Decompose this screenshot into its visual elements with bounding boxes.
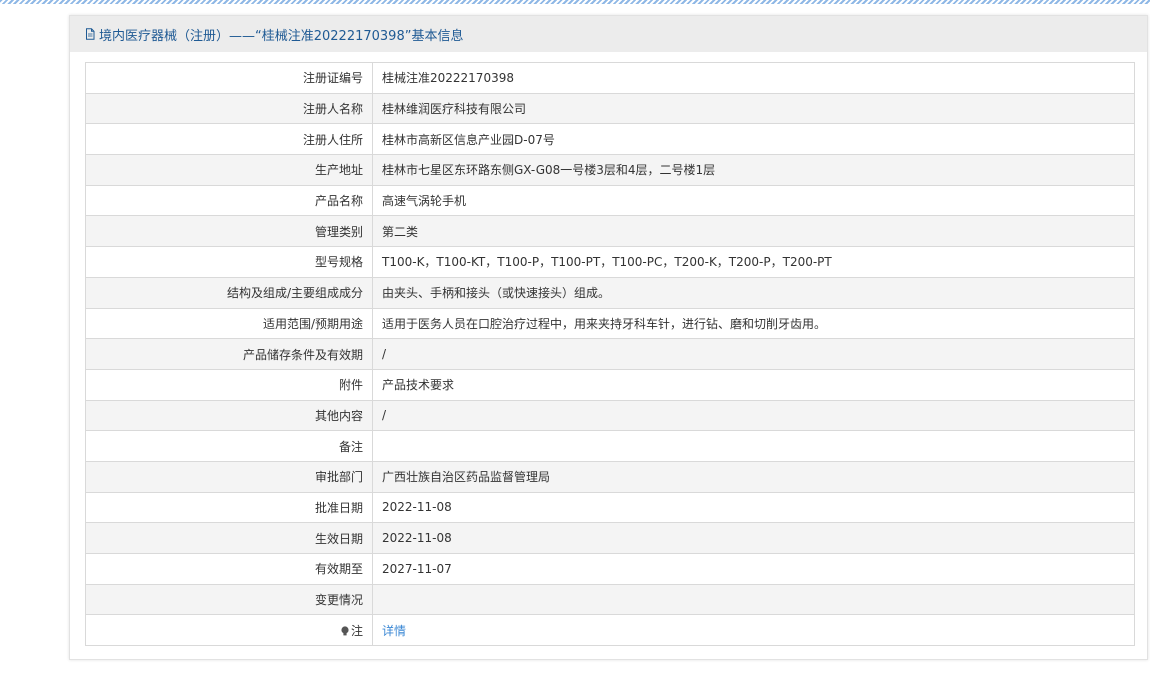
table-row: 生产地址 桂林市七星区东环路东侧GX-G08一号楼3层和4层，二号楼1层 [85, 154, 1135, 186]
row-value: 桂林市七星区东环路东侧GX-G08一号楼3层和4层，二号楼1层 [372, 154, 1135, 186]
row-label: 产品储存条件及有效期 [85, 338, 373, 370]
info-table: 注册证编号 桂械注准20222170398 注册人名称 桂林维润医疗科技有限公司 注册人… [85, 62, 1135, 647]
row-value: T100-K，T100-KT，T100-P，T100-PT，T100-PC，T2… [372, 246, 1135, 278]
table-row: 型号规格 T100-K，T100-KT，T100-P，T100-PT，T100-P… [85, 246, 1135, 278]
row-value: 高速气涡轮手机 [372, 184, 1135, 217]
table-row: 产品储存条件及有效期 / [85, 338, 1135, 370]
row-label: 其他内容 [85, 399, 373, 432]
table-row: 备注 [85, 430, 1135, 462]
row-label: 产品名称 [85, 184, 373, 217]
table-row: 注册证编号 桂械注准20222170398 [85, 62, 1135, 94]
row-value: 桂械注准20222170398 [372, 62, 1135, 94]
table-row: 其他内容 / [85, 399, 1135, 432]
table-row: 结构及组成/主要组成成分 由夹头、手柄和接头（或快速接头）组成。 [85, 276, 1135, 309]
panel-title: 境内医疗器械（注册）——“桂械注准20222170398”基本信息 [99, 28, 464, 44]
lightbulb-icon [340, 625, 350, 636]
row-label: 有效期至 [85, 553, 373, 585]
table-row: 注册人住所 桂林市高新区信息产业园D-07号 [85, 123, 1135, 156]
row-value: 桂林市高新区信息产业园D-07号 [372, 123, 1135, 156]
top-decorative-stripe [0, 0, 1150, 4]
table-row: 管理类别 第二类 [85, 215, 1135, 248]
table-row: 注册人名称 桂林维润医疗科技有限公司 [85, 92, 1135, 125]
row-value: 桂林维润医疗科技有限公司 [372, 92, 1135, 125]
row-label: 生效日期 [85, 522, 373, 554]
table-row: 批准日期 2022-11-08 [85, 491, 1135, 524]
row-value: 广西壮族自治区药品监督管理局 [372, 460, 1135, 493]
row-label: 注册证编号 [85, 62, 373, 94]
row-label: 审批部门 [85, 460, 373, 493]
panel-header: 境内医疗器械（注册）——“桂械注准20222170398”基本信息 [70, 16, 1147, 52]
row-value: 适用于医务人员在口腔治疗过程中，用来夹持牙科车针，进行钻、磨和切削牙齿用。 [372, 307, 1135, 340]
row-value: 2027-11-07 [372, 553, 1135, 585]
table-row: 变更情况 [85, 583, 1135, 616]
row-label: 结构及组成/主要组成成分 [85, 276, 373, 309]
detail-link[interactable]: 详情 [382, 624, 406, 638]
table-row: 生效日期 2022-11-08 [85, 522, 1135, 554]
row-label: 型号规格 [85, 246, 373, 278]
table-row: 适用范围/预期用途 适用于医务人员在口腔治疗过程中，用来夹持牙科车针，进行钻、磨和… [85, 307, 1135, 340]
table-row: 有效期至 2027-11-07 [85, 553, 1135, 585]
note-row: 注 详情 [85, 614, 1135, 647]
row-value: 第二类 [372, 215, 1135, 248]
row-value: 2022-11-08 [372, 491, 1135, 524]
table-row: 产品名称 高速气涡轮手机 [85, 184, 1135, 217]
row-value [372, 430, 1135, 462]
row-value: / [372, 399, 1135, 432]
row-label: 管理类别 [85, 215, 373, 248]
row-label: 注册人住所 [85, 123, 373, 156]
row-label: 注册人名称 [85, 92, 373, 125]
row-label: 批准日期 [85, 491, 373, 524]
basic-info-panel: 境内医疗器械（注册）——“桂械注准20222170398”基本信息 注册证编号桂… [69, 15, 1148, 660]
table-row: 附件 产品技术要求 [85, 368, 1135, 401]
row-label: 适用范围/预期用途 [85, 307, 373, 340]
row-label: 生产地址 [85, 154, 373, 186]
row-label: 备注 [85, 430, 373, 462]
note-label: 注 [350, 623, 363, 638]
row-value: 产品技术要求 [372, 368, 1135, 401]
note-label-cell: 注 [85, 614, 373, 647]
table-row: 审批部门 广西壮族自治区药品监督管理局 [85, 460, 1135, 493]
row-value: 由夹头、手柄和接头（或快速接头）组成。 [372, 276, 1135, 309]
row-value: / [372, 338, 1135, 370]
row-label: 附件 [85, 368, 373, 401]
note-value-cell: 详情 [372, 614, 1135, 647]
document-icon [84, 28, 96, 40]
row-label: 变更情况 [85, 583, 373, 616]
row-value [372, 583, 1135, 616]
row-value: 2022-11-08 [372, 522, 1135, 554]
